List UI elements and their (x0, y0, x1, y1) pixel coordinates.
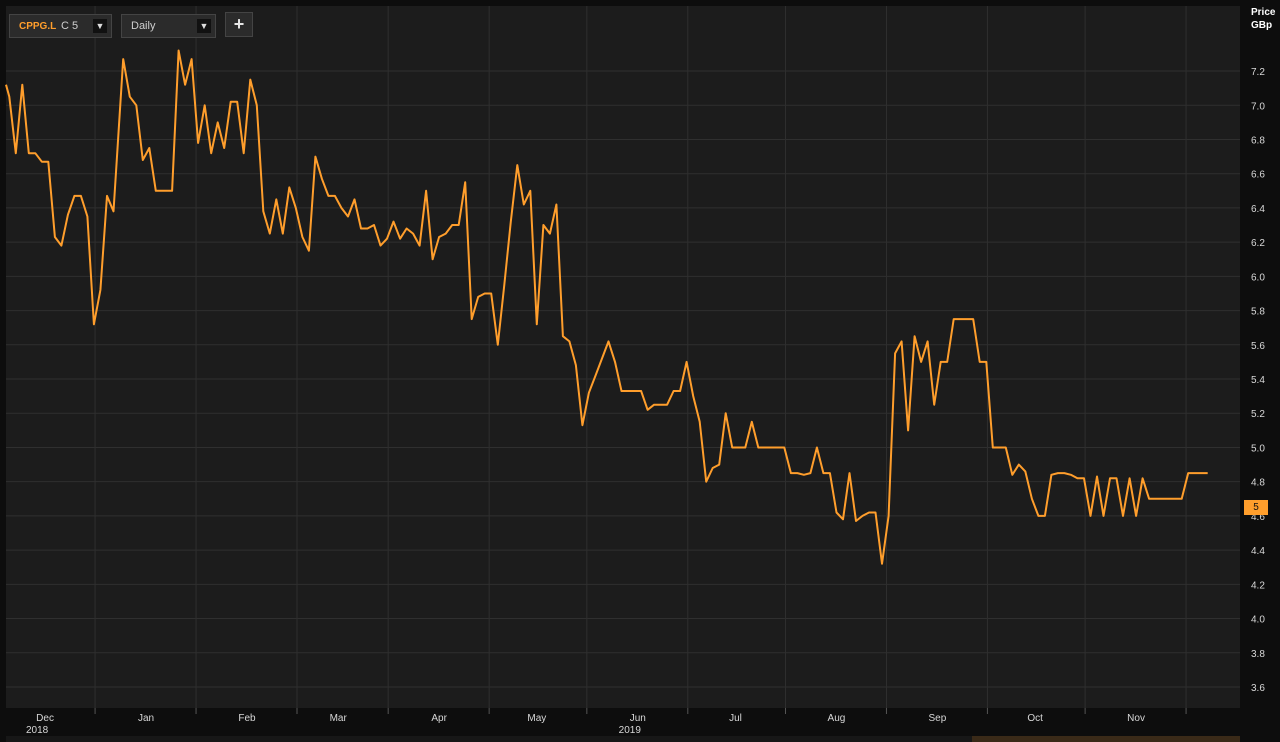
x-tick-label: Sep (929, 713, 947, 724)
y-tick-label: 4.2 (1251, 580, 1265, 591)
x-tick-label: Aug (828, 713, 846, 724)
y-tick-label: 6.0 (1251, 272, 1265, 283)
y-tick-label: 4.8 (1251, 478, 1265, 489)
y-tick-label: 7.0 (1251, 101, 1265, 112)
x-tick-label: Nov (1127, 713, 1145, 724)
x-tick-label: Jan (138, 713, 154, 724)
dropdown-arrow-icon[interactable]: ▼ (197, 19, 211, 33)
plot-background (6, 6, 1240, 708)
y-tick-label: 3.8 (1251, 649, 1265, 660)
period-selector[interactable]: Daily ▼ (121, 14, 216, 38)
x-tick-label: Apr (431, 713, 447, 724)
x-year-label: 2018 (26, 725, 49, 736)
dropdown-arrow-icon[interactable]: ▼ (93, 19, 107, 33)
y-tick-label: 6.4 (1251, 204, 1265, 215)
y-tick-label: 5.8 (1251, 307, 1265, 318)
y-tick-label: 7.2 (1251, 67, 1265, 78)
x-year-label: 2019 (619, 725, 642, 736)
x-tick-label: May (527, 713, 546, 724)
x-tick-label: Mar (330, 713, 348, 724)
y-tick-label: 4.4 (1251, 546, 1265, 557)
x-tick-label: Jun (630, 713, 646, 724)
y-tick-label: 5.0 (1251, 443, 1265, 454)
add-button[interactable]: + (225, 12, 253, 37)
last-price-tag: 5 (1244, 500, 1268, 515)
instrument-code: CPPG.L (19, 21, 57, 32)
y-tick-label: 6.6 (1251, 170, 1265, 181)
y-tick-label: 6.8 (1251, 135, 1265, 146)
instrument-selector[interactable]: CPPG.L C 5 ▼ (9, 14, 112, 38)
y-tick-label: 5.2 (1251, 409, 1265, 420)
x-axis: Dec2018 Jan Feb Mar Apr May Jun2019 Jul Aug Sep Oc… (26, 708, 1187, 736)
x-tick-label: Dec (36, 713, 54, 724)
y-axis-title-line1: Price (1251, 7, 1276, 18)
x-tick-label: Feb (238, 713, 256, 724)
y-tick-label: 4.0 (1251, 615, 1265, 626)
instrument-field: C 5 (61, 20, 79, 32)
plus-icon: + (233, 14, 245, 34)
y-axis: 3.63.84.04.24.44.64.85.05.25.45.65.86.06… (1251, 67, 1265, 694)
scrollbar-thumb[interactable] (972, 736, 1240, 742)
y-tick-label: 5.6 (1251, 341, 1265, 352)
y-axis-title-line2: GBp (1251, 20, 1273, 31)
period-label: Daily (131, 20, 156, 32)
y-tick-label: 5.4 (1251, 375, 1265, 386)
y-tick-label: 3.6 (1251, 683, 1265, 694)
x-tick-label: Jul (729, 713, 742, 724)
y-axis-title: Price GBp (1251, 6, 1275, 32)
x-tick-label: Oct (1027, 713, 1043, 724)
price-chart[interactable]: 3.63.84.04.24.44.64.85.05.25.45.65.86.06… (0, 0, 1280, 742)
y-tick-label: 6.2 (1251, 238, 1265, 249)
